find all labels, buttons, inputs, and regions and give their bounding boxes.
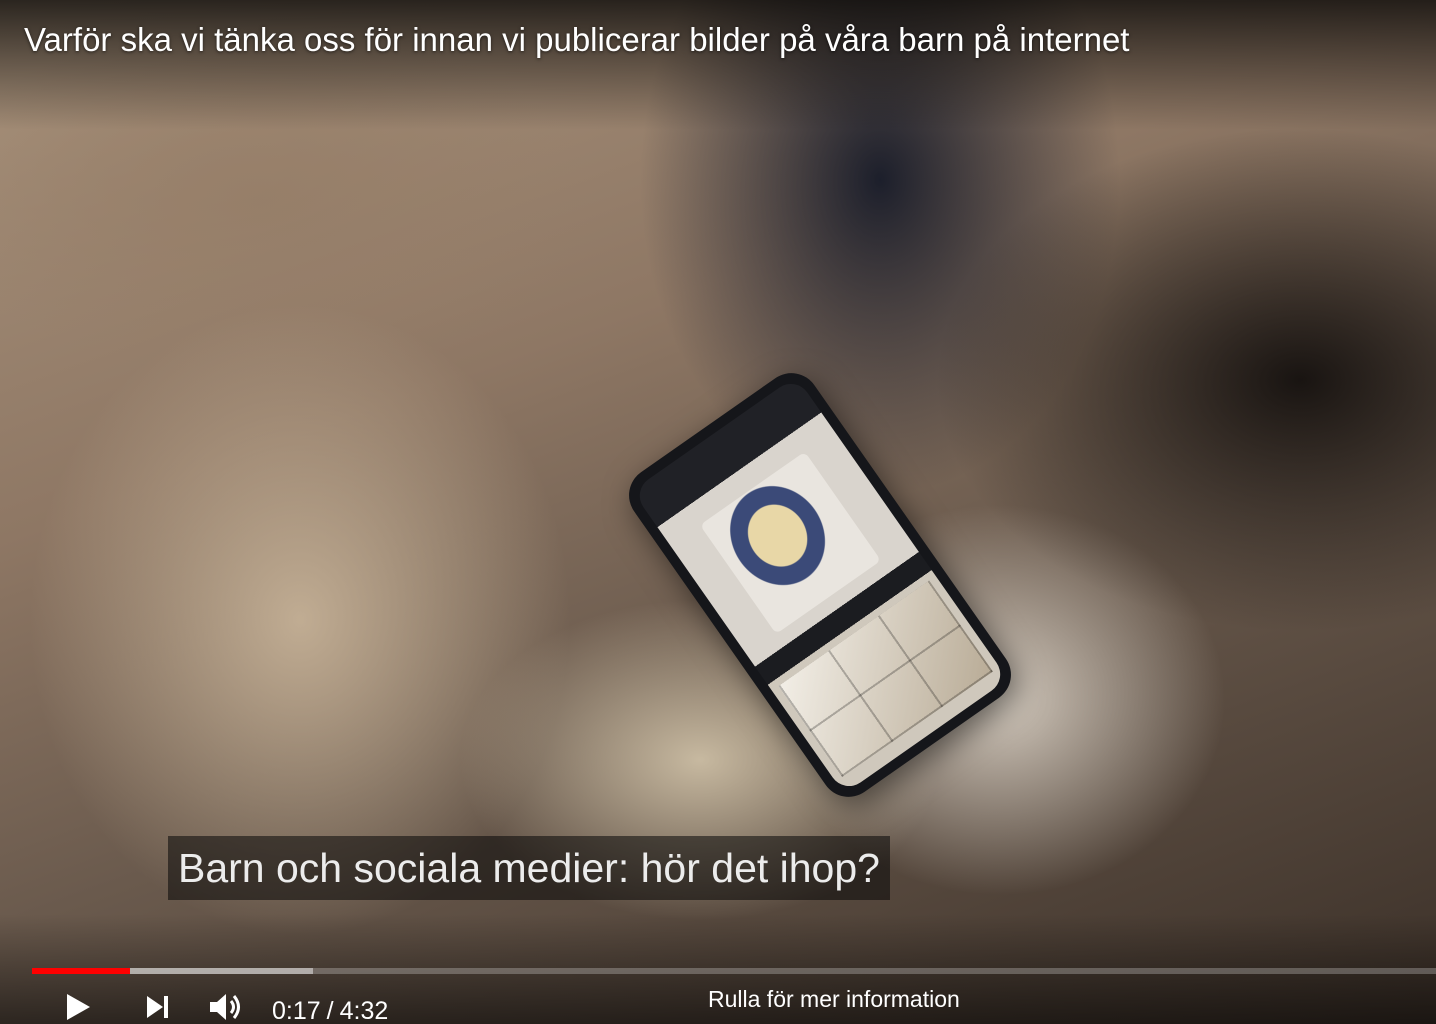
play-button[interactable] xyxy=(56,990,100,1024)
phone-screen xyxy=(631,376,1009,794)
duration: 4:32 xyxy=(339,997,389,1024)
subtitle-box: Barn och sociala medier: hör det ihop? xyxy=(168,836,890,900)
subtitle-text: Barn och sociala medier: hör det ihop? xyxy=(178,844,880,891)
video-title[interactable]: Varför ska vi tänka oss för innan vi pub… xyxy=(24,18,1129,62)
volume-icon xyxy=(210,994,240,1020)
progress-bar[interactable] xyxy=(32,968,1436,974)
play-icon xyxy=(67,994,90,1020)
current-time: 0:17 xyxy=(272,997,321,1024)
next-icon xyxy=(147,996,168,1018)
time-separator: / xyxy=(326,997,334,1024)
phone-photo-grid xyxy=(778,580,993,778)
phone-in-scene xyxy=(618,362,1022,808)
time-display: 0:17/4:32 xyxy=(272,990,388,1024)
volume-button[interactable] xyxy=(202,990,252,1024)
scroll-hint[interactable]: Rulla för mer information xyxy=(708,986,960,1013)
phone-photo xyxy=(699,451,881,634)
next-button[interactable] xyxy=(138,990,178,1024)
progress-played xyxy=(32,968,131,974)
video-player[interactable]: Varför ska vi tänka oss för innan vi pub… xyxy=(0,0,1436,1024)
